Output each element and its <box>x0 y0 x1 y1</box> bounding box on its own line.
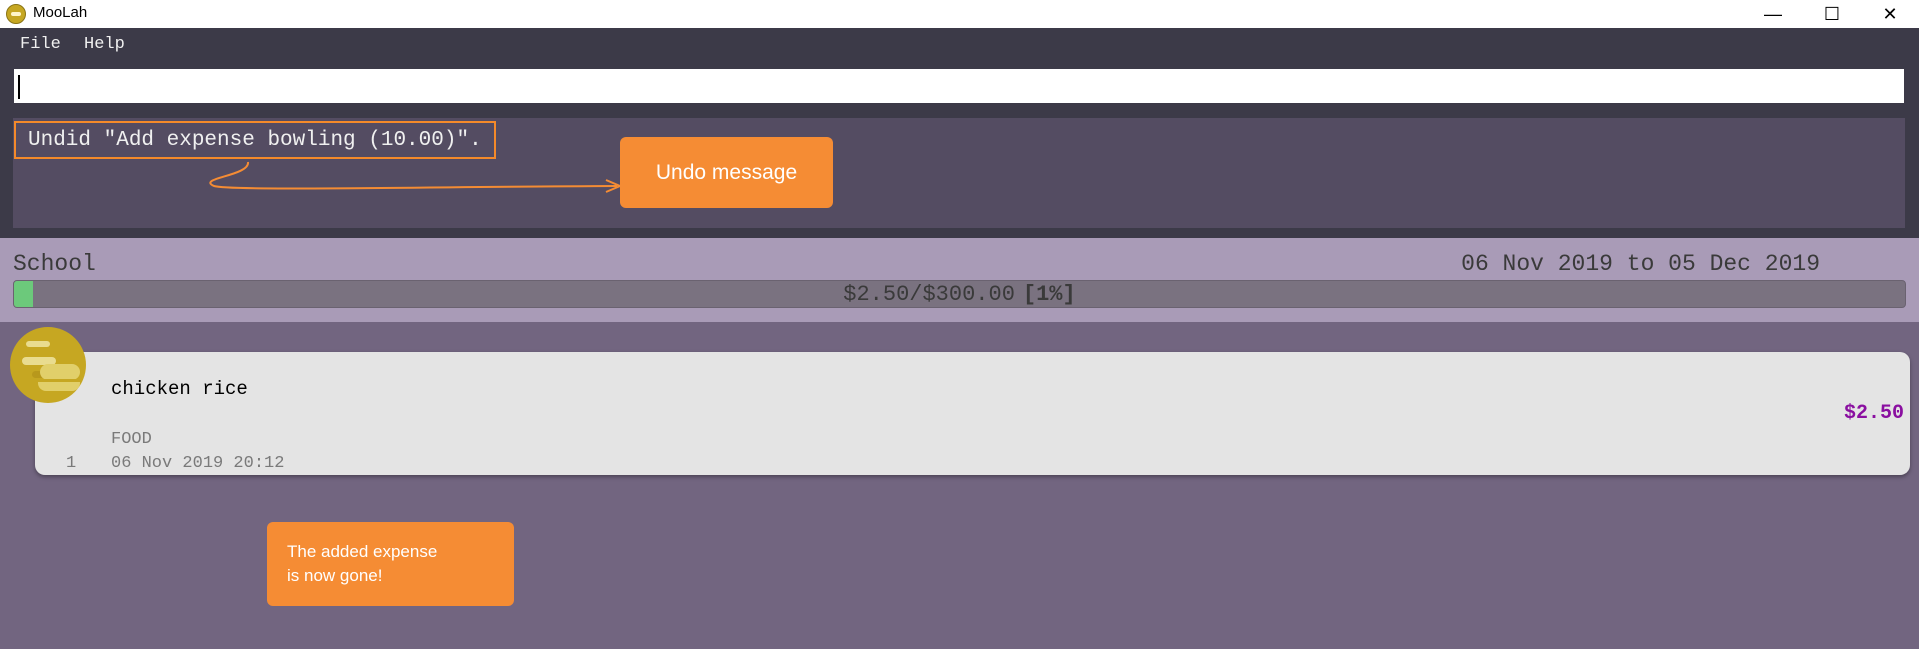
moolah-logo-icon <box>6 4 26 24</box>
menu-help[interactable]: Help <box>84 35 125 54</box>
minimize-button[interactable]: — <box>1744 0 1802 28</box>
budget-progress-label: $2.50/$300.00 [1%] <box>13 280 1906 308</box>
text-caret <box>18 75 20 99</box>
result-message: Undid "Add expense bowling (10.00)". <box>14 121 496 159</box>
food-icon <box>10 327 86 403</box>
budget-spent-text: $2.50/$300.00 <box>843 281 1015 307</box>
expense-index: 1 <box>66 454 77 473</box>
close-button[interactable]: ✕ <box>1861 0 1919 28</box>
window-title: MooLah <box>33 4 88 21</box>
expense-date: 06 Nov 2019 20:12 <box>111 454 285 473</box>
title-bar: MooLah — ☐ ✕ <box>0 0 1919 28</box>
expense-card[interactable] <box>35 352 1910 475</box>
command-input[interactable] <box>13 68 1905 104</box>
expense-description: chicken rice <box>111 378 248 400</box>
expense-category: FOOD <box>111 430 152 449</box>
expense-gone-callout: The added expense is now gone! <box>267 522 514 606</box>
budget-percent-text: [1%] <box>1022 281 1076 307</box>
budget-period: 06 Nov 2019 to 05 Dec 2019 <box>1461 251 1820 277</box>
undo-message-callout: Undo message <box>620 137 833 208</box>
menu-bar: File Help <box>0 28 1919 66</box>
budget-name: School <box>13 251 96 277</box>
expense-price: $2.50 <box>1843 402 1904 425</box>
maximize-button[interactable]: ☐ <box>1803 0 1861 28</box>
menu-file[interactable]: File <box>20 35 61 54</box>
